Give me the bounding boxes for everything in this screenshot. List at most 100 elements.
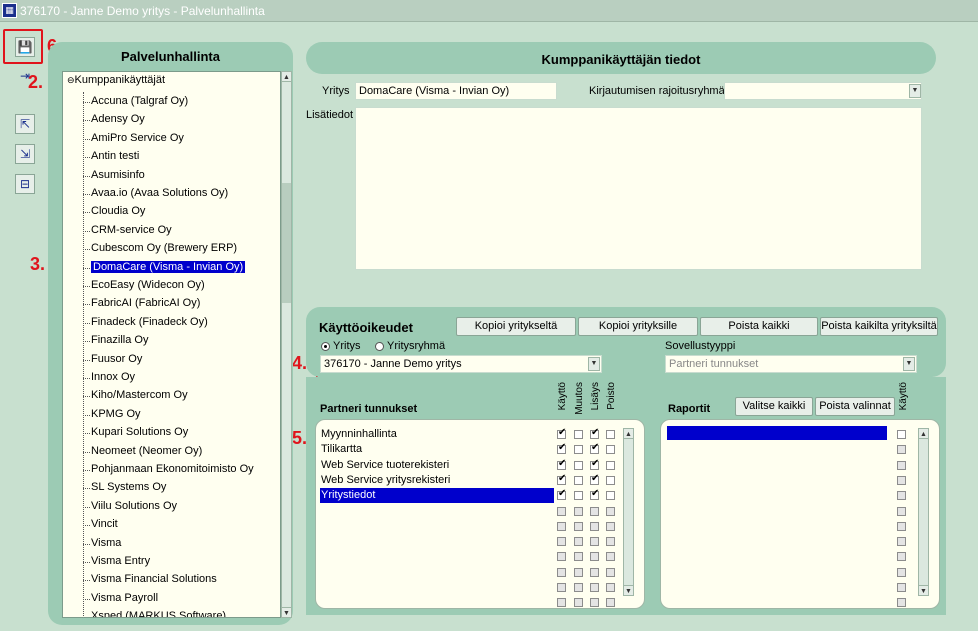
copy-to-companies-button[interactable]: Kopioi yrityksille — [578, 317, 698, 336]
copy-from-company-button[interactable]: Kopioi yritykseltä — [456, 317, 576, 336]
tree-item[interactable]: Visma Entry — [83, 553, 150, 570]
report-checkbox[interactable] — [897, 537, 906, 547]
reports-scrollbar[interactable] — [918, 428, 929, 596]
tree-item[interactable]: Fuusor Oy — [83, 351, 142, 368]
permission-checkbox[interactable] — [606, 430, 615, 439]
report-checkbox[interactable] — [897, 567, 906, 577]
tree-item[interactable]: Visma Payroll — [83, 590, 158, 607]
partners-scrollbar[interactable] — [623, 428, 634, 596]
permission-checkbox[interactable] — [557, 552, 566, 562]
permission-checkbox[interactable] — [574, 521, 583, 531]
report-checkbox[interactable] — [897, 430, 906, 439]
permission-checkbox[interactable] — [590, 598, 599, 608]
permission-checkbox[interactable] — [557, 598, 566, 608]
permission-checkbox[interactable] — [590, 567, 599, 577]
tree-item[interactable]: Accuna (Talgraf Oy) — [83, 93, 188, 110]
app-type-chevron-icon[interactable]: ▼ — [903, 357, 915, 371]
tree-item[interactable]: Kupari Solutions Oy — [83, 424, 188, 441]
permission-checkbox[interactable] — [606, 460, 615, 470]
tree-item[interactable]: Cloudia Oy — [83, 203, 145, 220]
tree-view[interactable]: ⊖Kumppanikäyttäjät Accuna (Talgraf Oy) Ad… — [62, 71, 281, 618]
tree-item[interactable]: Visma — [83, 535, 121, 552]
permission-checkbox[interactable] — [557, 583, 566, 592]
tree-item[interactable]: Neomeet (Neomer Oy) — [83, 443, 202, 460]
permission-checkbox[interactable] — [574, 506, 583, 516]
collapse-icon[interactable]: ⊖ — [67, 75, 75, 85]
report-checkbox[interactable] — [897, 491, 906, 501]
company-select[interactable]: 376170 - Janne Demo yritys — [320, 355, 602, 373]
tree-item[interactable]: FabricAI (FabricAI Oy) — [83, 295, 200, 312]
extra-info-field[interactable] — [355, 107, 922, 270]
permission-checkbox[interactable] — [590, 473, 599, 485]
tree-item[interactable]: Adensy Oy — [83, 111, 145, 128]
report-checkbox[interactable] — [897, 598, 906, 608]
tree-item[interactable]: SL Systems Oy — [83, 479, 166, 496]
permission-checkbox[interactable] — [590, 552, 599, 562]
permission-checkbox[interactable] — [606, 583, 615, 592]
permission-checkbox[interactable] — [590, 427, 599, 439]
toolbar-button-1[interactable]: ⇱ — [15, 114, 35, 134]
permission-checkbox[interactable] — [574, 445, 583, 455]
permission-checkbox[interactable] — [574, 475, 583, 485]
partner-row[interactable]: Yritystiedot — [320, 488, 554, 504]
report-checkbox[interactable] — [897, 552, 906, 562]
permission-checkbox[interactable] — [606, 491, 615, 501]
partner-row[interactable]: Web Service tuoterekisteri — [320, 458, 554, 473]
radio-company-group[interactable] — [375, 342, 384, 351]
permission-checkbox[interactable] — [557, 488, 566, 501]
tree-item[interactable]: Finazilla Oy — [83, 332, 148, 349]
tree-item[interactable]: Visma Financial Solutions — [83, 571, 217, 588]
tree-scroll-thumb[interactable] — [282, 183, 291, 303]
permission-checkbox[interactable] — [557, 458, 566, 470]
tree-scrollbar[interactable] — [281, 71, 292, 618]
reports-scroll-down-icon[interactable]: ▼ — [918, 585, 929, 596]
permission-checkbox[interactable] — [574, 598, 583, 608]
report-row-selected[interactable] — [667, 426, 887, 440]
permission-checkbox[interactable] — [557, 427, 566, 439]
permission-checkbox[interactable] — [590, 521, 599, 531]
tree-scroll-up-icon[interactable]: ▲ — [281, 71, 292, 82]
report-checkbox[interactable] — [897, 583, 906, 592]
tree-item[interactable]: EcoEasy (Widecon Oy) — [83, 277, 205, 294]
permission-checkbox[interactable] — [557, 567, 566, 577]
report-checkbox[interactable] — [897, 475, 906, 485]
permission-checkbox[interactable] — [590, 537, 599, 547]
report-checkbox[interactable] — [897, 460, 906, 470]
permission-checkbox[interactable] — [606, 552, 615, 562]
tree-item[interactable]: Pohjanmaan Ekonomitoimisto Oy — [83, 461, 254, 478]
permission-checkbox[interactable] — [557, 506, 566, 516]
tree-item[interactable]: CRM-service Oy — [83, 222, 172, 239]
partner-row[interactable]: Tilikartta — [320, 442, 554, 457]
tree-item[interactable]: Asumisinfo — [83, 167, 145, 184]
partners-scroll-up-icon[interactable]: ▲ — [623, 428, 634, 439]
permission-checkbox[interactable] — [574, 552, 583, 562]
report-checkbox[interactable] — [897, 506, 906, 516]
tree-item[interactable]: Xsped (MARKUS Software) — [83, 608, 226, 617]
app-type-select[interactable]: Partneri tunnukset — [665, 355, 917, 373]
tree-item[interactable]: Finadeck (Finadeck Oy) — [83, 314, 208, 331]
permission-checkbox[interactable] — [557, 521, 566, 531]
permission-checkbox[interactable] — [574, 537, 583, 547]
chevron-down-icon[interactable]: ▼ — [909, 84, 921, 98]
tree-item[interactable]: Vincit — [83, 516, 118, 533]
permission-checkbox[interactable] — [590, 583, 599, 592]
tree-scroll-down-icon[interactable]: ▼ — [281, 607, 292, 618]
permission-checkbox[interactable] — [574, 583, 583, 592]
permission-checkbox[interactable] — [606, 567, 615, 577]
login-group-select[interactable] — [724, 82, 922, 100]
partner-row[interactable]: Web Service yritysrekisteri — [320, 473, 554, 488]
tree-item[interactable]: DomaCare (Visma - Invian Oy) — [83, 259, 246, 276]
tree-item[interactable]: KPMG Oy — [83, 406, 141, 423]
permission-checkbox[interactable] — [590, 488, 599, 501]
reports-scroll-up-icon[interactable]: ▲ — [918, 428, 929, 439]
company-field[interactable]: DomaCare (Visma - Invian Oy) — [355, 82, 557, 100]
permission-checkbox[interactable] — [606, 445, 615, 455]
partners-scroll-down-icon[interactable]: ▼ — [623, 585, 634, 596]
tree-item[interactable]: Kiho/Mastercom Oy — [83, 387, 188, 404]
partner-row[interactable]: Myynninhallinta — [320, 427, 554, 442]
permission-checkbox[interactable] — [606, 537, 615, 547]
permission-checkbox[interactable] — [557, 537, 566, 547]
tree-item[interactable]: Innox Oy — [83, 369, 135, 386]
remove-all-button[interactable]: Poista kaikki — [700, 317, 818, 336]
select-all-button[interactable]: Valitse kaikki — [735, 397, 813, 416]
